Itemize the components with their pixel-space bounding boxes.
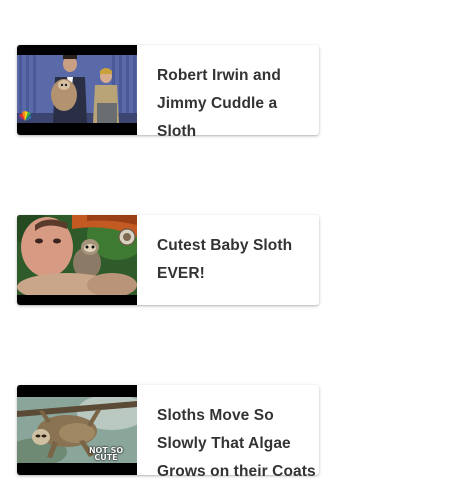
video-title[interactable]: Cutest Baby Sloth EVER!: [137, 215, 319, 305]
video-thumbnail[interactable]: [17, 215, 137, 305]
talk-show-sloth-thumbnail-icon: [17, 55, 137, 123]
video-thumbnail[interactable]: NOT SO CUTE: [17, 385, 137, 475]
video-thumbnail[interactable]: [17, 45, 137, 135]
video-title[interactable]: Sloths Move So Slowly That Algae Grows o…: [137, 385, 319, 480]
video-card-robert-irwin-jimmy[interactable]: Robert Irwin and Jimmy Cuddle a Sloth: [17, 45, 319, 140]
video-list: Robert Irwin and Jimmy Cuddle a Sloth Cu…: [0, 0, 454, 495]
thumbnail-overlay-text: NOT SO CUTE: [88, 446, 124, 462]
video-card-sloths-move-slowly[interactable]: NOT SO CUTE Sloths Move So Slowly That A…: [17, 385, 319, 480]
video-title[interactable]: Robert Irwin and Jimmy Cuddle a Sloth: [137, 45, 319, 140]
video-card-cutest-baby-sloth[interactable]: Cutest Baby Sloth EVER!: [17, 215, 319, 305]
baby-sloth-thumbnail-icon: [17, 215, 137, 295]
